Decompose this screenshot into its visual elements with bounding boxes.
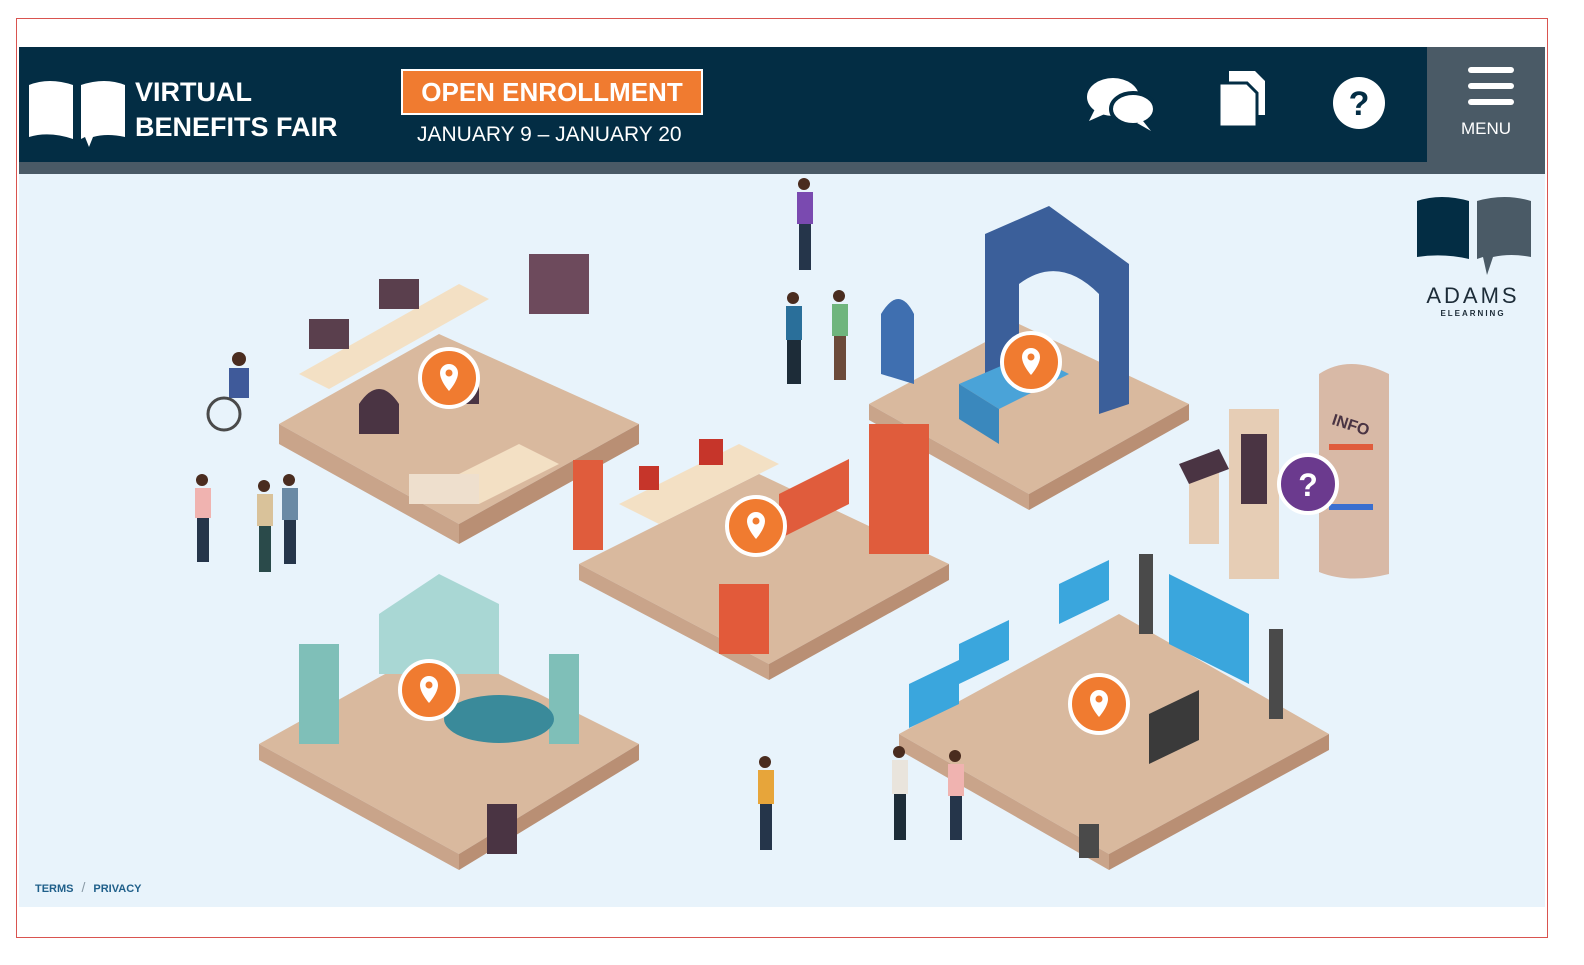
menu-label: MENU [1460,119,1512,138]
booth-reception[interactable] [259,574,639,870]
top-header: VIRTUAL BENEFITS FAIR OPEN ENROLLMENT JA… [19,47,1545,162]
brand-line-1: VIRTUAL [135,77,252,107]
booth-computers-pin[interactable] [418,347,480,409]
question-icon: ? [1298,467,1318,503]
booth-arch-kiosk-pin[interactable] [1000,331,1062,393]
enrollment-dates: JANUARY 9 – JANUARY 20 [417,123,682,146]
privacy-link[interactable]: PRIVACY [93,883,141,895]
svg-text:?: ? [1349,85,1370,123]
terms-link[interactable]: TERMS [35,883,74,895]
fair-floor: INFO ? [195,178,1389,870]
virtual-fair-app: VIRTUAL BENEFITS FAIR OPEN ENROLLMENT JA… [19,47,1545,907]
booth-reception-pin[interactable] [398,659,460,721]
open-book-logo [29,81,125,147]
open-enrollment-badge: OPEN ENROLLMENT [401,69,703,115]
brand-line-2: BENEFITS FAIR [135,112,338,142]
menu-button[interactable]: MENU [1427,47,1545,162]
booth-electronics-pin[interactable] [1068,673,1130,735]
booth-red-counter-pin[interactable] [725,495,787,557]
sponsor-name: ADAMS [1426,283,1520,308]
sponsor-sub: ELEARNING [1440,309,1506,318]
header-divider [19,162,1545,174]
documents-icon[interactable] [1215,69,1267,131]
brand-title: VIRTUAL BENEFITS FAIR [135,75,338,145]
adams-logo [1417,197,1531,275]
info-desk-pin[interactable]: ? [1277,453,1339,515]
help-icon[interactable]: ? [1331,75,1387,131]
footer-separator: / [81,879,86,895]
footer-links: TERMS / PRIVACY [35,879,141,895]
chat-icon[interactable] [1085,75,1157,133]
